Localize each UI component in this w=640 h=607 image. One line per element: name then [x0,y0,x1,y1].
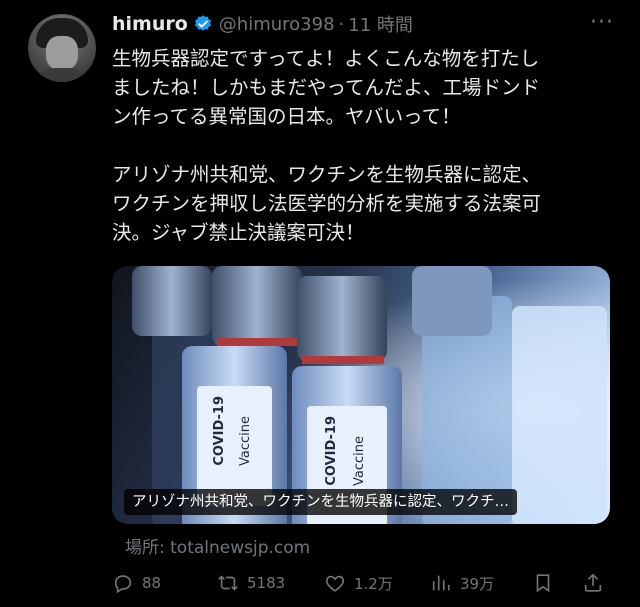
author-avatar[interactable] [28,14,96,82]
avatar-shoulders [32,68,92,82]
tweet-paragraph-2: アリゾナ州共和党、ワクチンを生物兵器に認定、 ワクチンを押収し法医学的分析を実施… [112,163,542,244]
vial-sublabel-1: Vaccine [238,416,253,466]
like-button[interactable]: 1.2万 [324,570,393,596]
share-button[interactable] [582,570,612,596]
link-card-image[interactable]: COVID-19 Vaccine COVID-19 Vaccine [112,266,610,524]
link-source[interactable]: 場所: totalnewsjp.com [125,533,310,558]
reply-icon [114,575,132,594]
author-name[interactable]: himuro [112,13,188,35]
views-count: 39万 [460,574,495,593]
views-button[interactable]: 39万 [430,570,494,596]
vial-label-1: COVID-19 [212,396,227,466]
vial-sublabel-2: Vaccine [352,436,367,486]
reply-count: 88 [142,574,162,592]
like-count: 1.2万 [354,574,393,593]
tweet-header: himuro @himuro398 · 11 時間 [112,12,413,36]
bookmark-icon [536,574,550,593]
tweet-text: 生物兵器認定ですってよ！よくこんな物を打たし ましたね！しかもまだやってんだよ、… [112,44,622,247]
link-card-caption[interactable]: アリゾナ州共和党、ワクチンを生物兵器に認定、ワクチ… [124,489,517,515]
author-handle[interactable]: @himuro398 [219,14,335,35]
tweet-timestamp[interactable]: 11 時間 [348,11,413,37]
views-icon [432,575,450,591]
reply-button[interactable]: 88 [112,570,161,596]
share-icon [584,573,602,592]
vial-label-2: COVID-19 [324,416,339,486]
bookmark-button[interactable] [532,570,562,596]
header-separator: · [338,13,345,35]
heart-icon [325,575,345,592]
tweet-actions-bar: 88 5183 1.2万 39万 [112,570,612,596]
more-options-icon[interactable]: ··· [590,10,614,35]
avatar-face [46,36,78,70]
retweet-button[interactable]: 5183 [217,570,285,596]
tweet-paragraph-1: 生物兵器認定ですってよ！よくこんな物を打たし ましたね！しかもまだやってんだよ、… [112,47,541,128]
retweet-icon [218,575,238,591]
verified-badge-icon [193,14,213,34]
retweet-count: 5183 [247,574,286,592]
